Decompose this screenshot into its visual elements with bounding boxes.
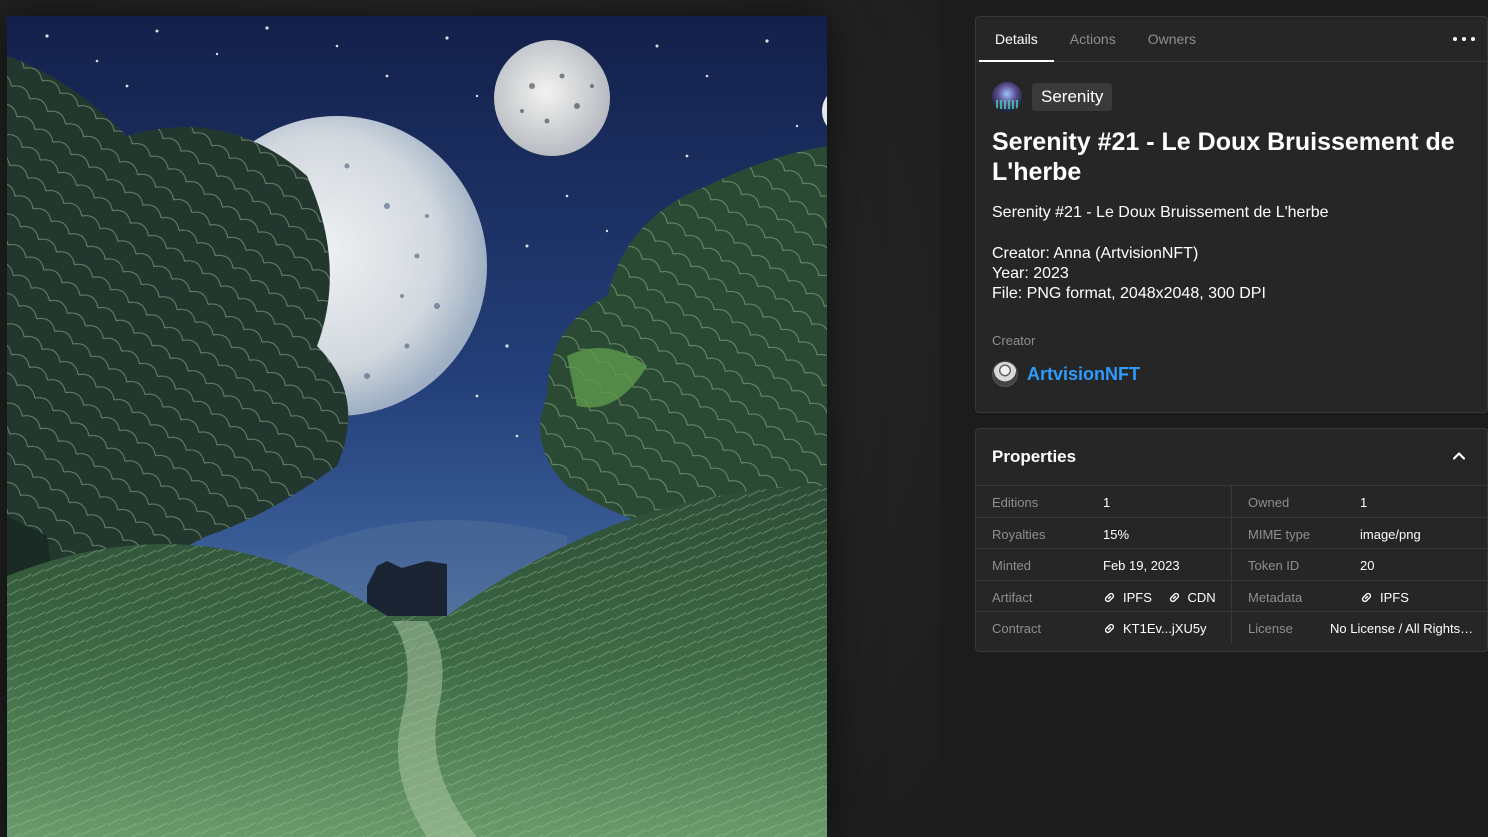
table-row: Minted Feb 19, 2023 Token ID 20: [976, 549, 1487, 581]
prop-value-mime-type: image/png: [1360, 526, 1421, 542]
prop-value-token-id: 20: [1360, 558, 1375, 573]
prop-label-mime-type: MIME type: [1248, 526, 1311, 542]
link-label: IPFS: [1123, 589, 1152, 605]
table-row: Editions 1 Owned 1: [976, 486, 1487, 518]
more-horizontal-icon[interactable]: [1453, 29, 1475, 49]
prop-value-owned: 1: [1360, 495, 1368, 510]
creator-link[interactable]: ArtvisionNFT: [992, 361, 1140, 387]
artifact-ipfs-link[interactable]: IPFS: [1103, 590, 1152, 605]
link-label: CDN: [1187, 589, 1216, 605]
prop-value-editions: 1: [1103, 495, 1111, 510]
creator-name[interactable]: ArtvisionNFT: [1027, 364, 1140, 385]
collection-row: Serenity: [992, 82, 1113, 112]
tab-bar: Details Actions Owners: [976, 17, 1487, 62]
prop-value-royalties: 15%: [1103, 526, 1130, 542]
creator-label: Creator: [992, 333, 1036, 348]
collection-avatar[interactable]: [992, 82, 1022, 112]
link-icon: [1104, 592, 1115, 602]
contract-link[interactable]: KT1Ev...jXU5y: [1103, 621, 1207, 636]
properties-table: Editions 1 Owned 1 Royalties 15% MIME ty…: [976, 486, 1487, 644]
artwork-stage: [0, 0, 940, 837]
collection-badge[interactable]: Serenity: [1032, 83, 1113, 111]
prop-label-owned: Owned: [1248, 495, 1290, 510]
description-year: Year: 2023: [992, 265, 1069, 282]
properties-card: Properties Editions 1 Owned 1 Royalties …: [975, 428, 1488, 652]
prop-label-artifact: Artifact: [992, 589, 1033, 605]
link-label: KT1Ev...jXU5y: [1123, 621, 1207, 636]
description-line: Serenity #21 - Le Doux Bruissement de L'…: [992, 204, 1329, 221]
prop-label-token-id: Token ID: [1248, 558, 1300, 573]
prop-value-metadata: IPFS: [1360, 590, 1421, 607]
details-card: Details Actions Owners Serenity Serenity…: [975, 16, 1488, 413]
tab-actions[interactable]: Actions: [1054, 17, 1132, 61]
prop-label-minted: Minted: [992, 558, 1032, 573]
prop-value-license[interactable]: No License / All Rights Reserved: [1330, 621, 1475, 636]
nft-title: Serenity #21 - Le Doux Bruissement de L'…: [992, 128, 1455, 186]
link-icon: [1361, 592, 1372, 602]
description-file: File: PNG format, 2048x2048, 300 DPI: [992, 285, 1266, 302]
artifact-cdn-link[interactable]: CDN: [1168, 590, 1216, 605]
link-icon: [1169, 592, 1179, 602]
chevron-up-icon[interactable]: [1453, 450, 1465, 462]
link-icon: [1104, 623, 1115, 634]
link-label: IPFS: [1380, 589, 1409, 605]
properties-header[interactable]: Properties: [976, 429, 1487, 486]
nft-description: Serenity #21 - Le Doux Bruissement de L'…: [992, 203, 1472, 304]
properties-title: Properties: [992, 447, 1077, 466]
metadata-ipfs-link[interactable]: IPFS: [1360, 590, 1409, 605]
creator-avatar[interactable]: [992, 361, 1018, 387]
table-row: Artifact IPFS CDN Metadata IPFS: [976, 580, 1487, 612]
table-row: Contract KT1Ev...jXU5y License No Licens…: [976, 612, 1487, 644]
prop-label-license: License: [1248, 621, 1293, 636]
table-row: Royalties 15% MIME type image/png: [976, 517, 1487, 549]
prop-value-artifact: IPFS CDN: [1103, 590, 1228, 607]
artwork-image[interactable]: [7, 16, 827, 837]
prop-label-royalties: Royalties: [992, 526, 1046, 542]
prop-value-minted: Feb 19, 2023: [1103, 558, 1180, 573]
prop-label-contract: Contract: [992, 621, 1042, 636]
description-creator: Creator: Anna (ArtvisionNFT): [992, 245, 1199, 262]
tab-details[interactable]: Details: [979, 17, 1054, 62]
tab-owners[interactable]: Owners: [1132, 17, 1212, 61]
prop-label-metadata: Metadata: [1248, 589, 1303, 605]
prop-value-contract: KT1Ev...jXU5y: [1103, 621, 1219, 638]
prop-label-editions: Editions: [992, 495, 1039, 510]
